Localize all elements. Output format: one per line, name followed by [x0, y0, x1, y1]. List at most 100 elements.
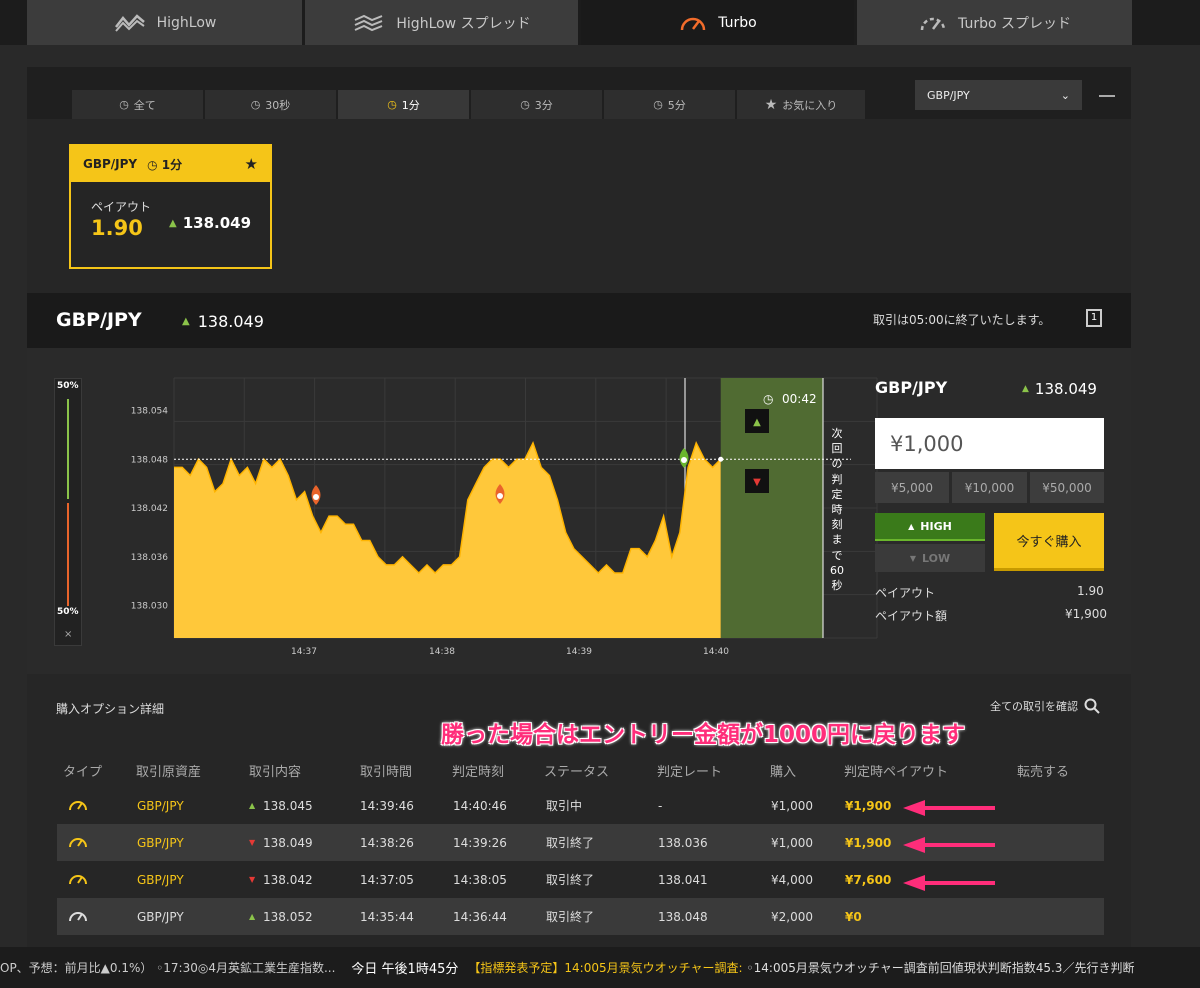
star-icon: ★	[764, 96, 778, 113]
tab-label: Turbo スプレッド	[958, 15, 1071, 32]
sentiment-close-icon[interactable]: ×	[64, 629, 72, 640]
clock-icon: ◷	[250, 98, 261, 111]
row-status: 取引中	[546, 799, 583, 813]
duration-tab-30s[interactable]: ◷ 30秒	[205, 90, 336, 119]
next-expiry-vertical-text: 次回の判定時刻まで60秒	[830, 427, 844, 593]
duration-label: 1分	[401, 98, 420, 112]
row-close-rate: 138.048	[658, 909, 708, 924]
sentiment-top: 50%	[57, 381, 79, 391]
row-rate: 138.052	[263, 909, 313, 924]
duration-label: 5分	[667, 98, 686, 112]
gauge-dashed-icon	[920, 17, 946, 30]
up-arrow-icon: ▲	[908, 521, 915, 531]
row-expiry: 14:40:46	[453, 798, 507, 813]
y-tick-label: 138.030	[131, 602, 168, 612]
low-button[interactable]: ▼ LOW	[875, 544, 985, 572]
duration-tab-3m[interactable]: ◷ 3分	[471, 90, 602, 119]
row-amount: ¥4,000	[771, 872, 813, 887]
payout-label: ペイアウト	[875, 586, 936, 600]
expiry-zone	[720, 378, 823, 638]
row-time: 14:35:44	[360, 909, 414, 924]
tab-highlow-spread[interactable]: HighLow スプレッド	[305, 0, 578, 45]
countdown-timer: 00:42	[782, 392, 817, 406]
down-arrow-icon: ▼	[909, 553, 917, 563]
duration-label: 30秒	[265, 98, 291, 112]
duration-tab-all[interactable]: ◷ 全て	[72, 90, 203, 119]
pair-select[interactable]: GBP/JPY ⌄	[915, 80, 1082, 110]
tab-highlow[interactable]: HighLow	[27, 0, 302, 45]
asset-card-header: GBP/JPY ◷ 1分 ★	[71, 146, 270, 182]
col-time: 取引時間	[360, 764, 413, 780]
platform-tabs: HighLow HighLow スプレッド Turbo Turbo スプレッド	[0, 0, 1200, 45]
col-payout: 判定時ペイアウト	[844, 764, 949, 780]
buy-now-button[interactable]: 今すぐ購入	[994, 513, 1104, 571]
price-chart[interactable]: 138.054 138.048 138.042 138.036 138.030 14:3…	[87, 348, 887, 668]
row-expiry: 14:39:26	[453, 835, 507, 850]
asset-card-rate: 138.049	[182, 214, 252, 232]
arrow-icon	[903, 800, 995, 816]
news-ticker: OP、予想：前月比▲0.1%） ◦17:30◎4月英鉱工業生産指数... 今日 …	[0, 947, 1200, 988]
row-expiry: 14:38:05	[453, 872, 507, 887]
row-payout: ¥1,900	[845, 798, 892, 813]
tab-turbo[interactable]: Turbo	[581, 0, 854, 45]
row-time: 14:37:05	[360, 872, 414, 887]
chart-rate-wrap: ▲ 138.049	[182, 312, 264, 331]
order-pair: GBP/JPY	[875, 378, 948, 397]
tab-label: HighLow スプレッド	[396, 15, 531, 32]
star-icon[interactable]: ★	[245, 155, 258, 173]
row-rate: 138.042	[263, 872, 313, 887]
clock-icon: ◷	[653, 98, 663, 111]
row-pair: GBP/JPY	[137, 909, 184, 924]
minimize-icon[interactable]	[1099, 95, 1115, 97]
duration-tab-5m[interactable]: ◷ 5分	[604, 90, 735, 119]
row-time: 14:39:46	[360, 798, 414, 813]
amount-input[interactable]: ¥1,000	[875, 418, 1104, 469]
all-trades-link[interactable]: 全ての取引を確認	[990, 698, 1100, 714]
duration-tab-1m[interactable]: ◷ 1分	[338, 90, 469, 119]
row-pair: GBP/JPY	[137, 872, 184, 887]
down-arrow-icon: ▼	[249, 875, 256, 884]
high-button[interactable]: ▲ HIGH	[875, 513, 985, 541]
x-tick-label: 14:37	[291, 647, 317, 657]
preset-5000-button[interactable]: ¥5,000	[875, 472, 949, 503]
asset-card-payout-label: ペイアウト	[91, 200, 152, 214]
duration-tab-favorites[interactable]: ★ お気に入り	[737, 90, 865, 119]
highlow-icon	[114, 13, 145, 32]
up-arrow-icon: ▲	[249, 801, 256, 810]
row-payout: ¥7,600	[845, 872, 892, 887]
row-status: 取引終了	[546, 910, 595, 924]
gauge-icon	[680, 17, 706, 30]
row-expiry: 14:36:44	[453, 909, 507, 924]
chart-area: 50% 50% × 138.054 138.048 138.042 138.036 13…	[27, 348, 1131, 674]
asset-card-pair: GBP/JPY	[83, 157, 138, 171]
y-tick-label: 138.036	[131, 553, 168, 563]
up-arrow-icon: ▲	[1022, 384, 1029, 394]
asset-card[interactable]: GBP/JPY ◷ 1分 ★ ペイアウト 1.90 ▲ 138.049	[69, 144, 272, 269]
ticker-right: ◦14:005月景気ウオッチャー調査前回値現状判断指数45.3／先行き判断	[746, 961, 1135, 975]
y-tick-label: 138.048	[131, 455, 168, 465]
chart-mode-icon[interactable]: 1	[1086, 309, 1102, 327]
row-payout: ¥1,900	[845, 835, 892, 850]
asset-card-rate-wrap: ▲ 138.049	[169, 214, 251, 232]
arrow-icon	[903, 875, 995, 891]
preset-10000-button[interactable]: ¥10,000	[952, 472, 1027, 503]
col-resell: 転売する	[1017, 764, 1070, 780]
row-payout: ¥0	[845, 909, 862, 924]
tab-turbo-spread[interactable]: Turbo スプレッド	[857, 0, 1132, 45]
gauge-icon	[67, 870, 89, 889]
col-asset: 取引原資産	[136, 764, 202, 780]
ticker-event: 14:005月景気ウオッチャー調査:	[564, 961, 743, 975]
annotation-arrows	[903, 800, 995, 891]
col-status: ステータス	[544, 764, 610, 780]
up-arrow-icon: ▲	[169, 217, 177, 229]
preset-50000-button[interactable]: ¥50,000	[1030, 472, 1104, 503]
gauge-icon	[67, 796, 89, 815]
highlow-spread-icon	[354, 14, 383, 31]
clock-icon: ◷ 1分	[147, 157, 183, 172]
col-amount: 購入	[770, 764, 797, 780]
chart-rate: 138.049	[197, 312, 264, 331]
table-row[interactable]: GBP/JPY ▲ 138.052 14:35:44 14:36:44 取引終了 138.0…	[57, 898, 1104, 935]
duration-label: お気に入り	[782, 98, 838, 112]
sentiment-high-fill	[67, 399, 69, 499]
up-arrow-icon: ▲	[249, 912, 256, 921]
